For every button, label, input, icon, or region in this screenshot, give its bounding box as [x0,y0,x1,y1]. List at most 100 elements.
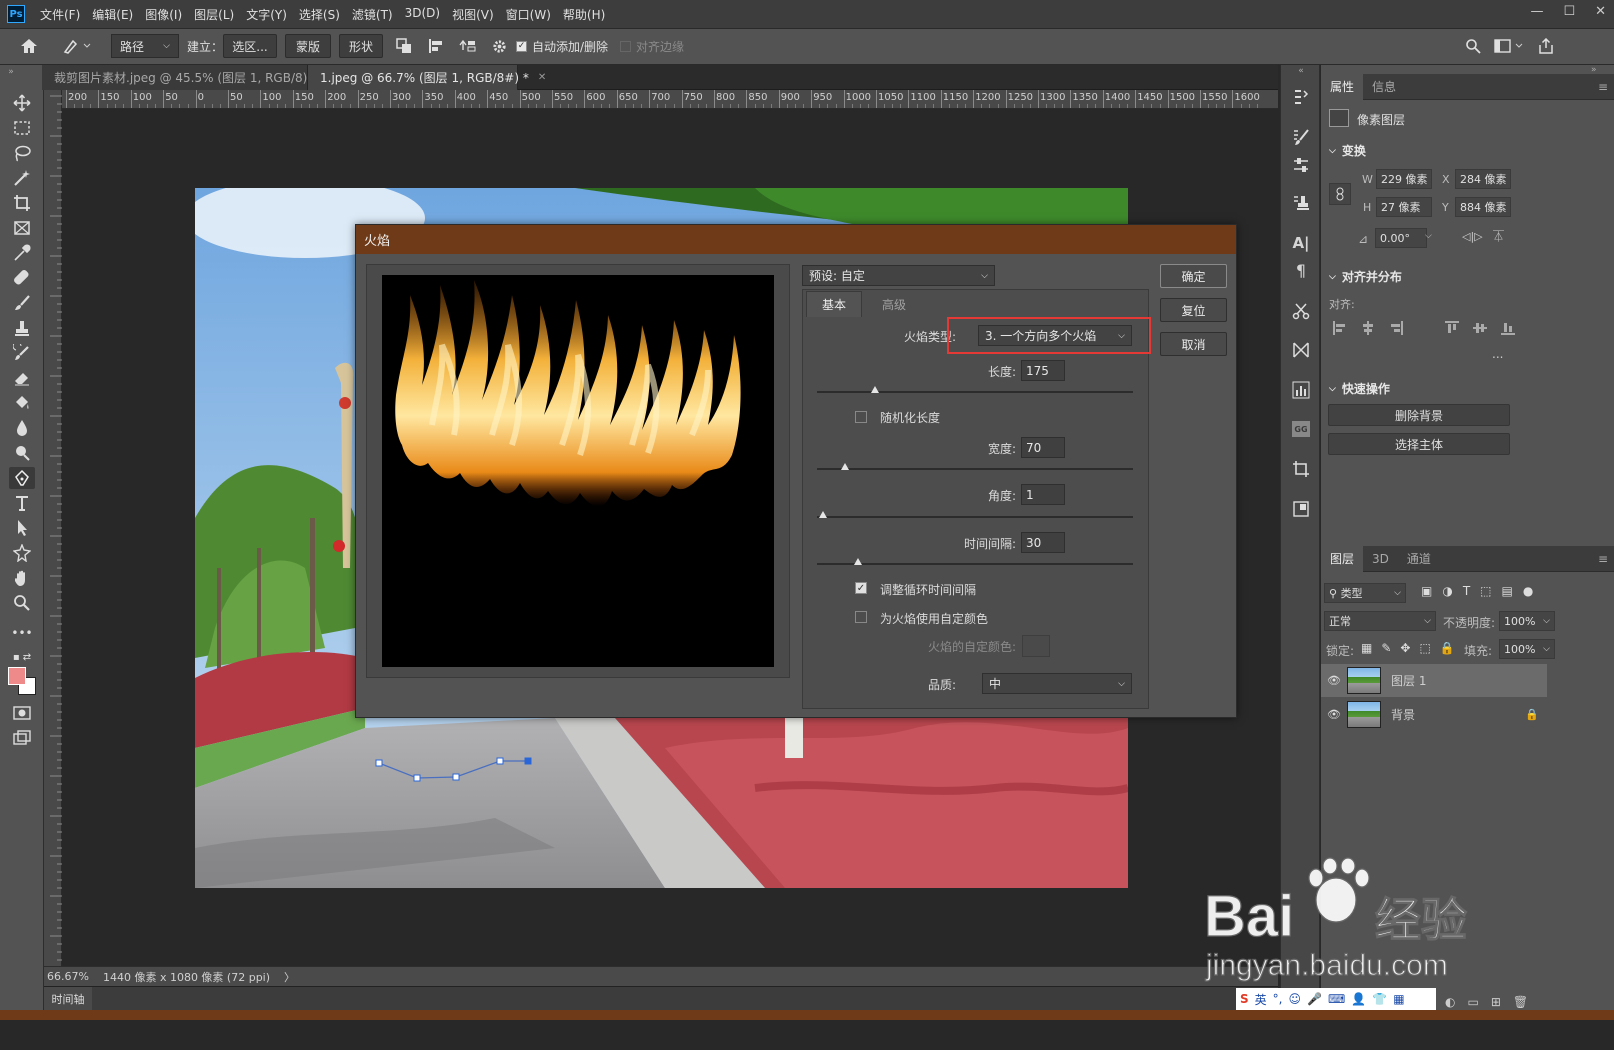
paint-bucket-icon[interactable] [9,392,35,414]
menu-item[interactable]: 视图(V) [446,6,500,23]
marquee-tool-icon[interactable] [9,117,35,139]
rotation-field[interactable]: 0.00° [1375,228,1427,248]
selection-button[interactable]: 选区... [223,34,277,58]
lock-pixels-icon[interactable]: ✎ [1381,641,1391,655]
sogou-icon[interactable]: S [1240,992,1249,1006]
image-filter-icon[interactable]: ▣ [1421,584,1432,598]
transform-section[interactable]: ⌵ 变换 [1329,142,1366,159]
menu-item[interactable]: 文字(Y) [240,6,293,23]
menu-item[interactable]: 3D(D) [399,6,446,23]
custom-shape-icon[interactable] [9,542,35,564]
interval-slider-thumb[interactable] [853,558,862,565]
filter-toggle-icon[interactable]: ● [1523,584,1533,598]
more-tools-icon[interactable]: ••• [9,622,35,644]
more-align-options[interactable]: ... [1492,347,1503,361]
screen-mode-icon[interactable] [9,727,35,749]
timeline-tab[interactable]: 时间轴 [44,987,92,1011]
lock-transparency-icon[interactable]: ▦ [1361,641,1372,655]
keyboard-icon[interactable]: ⌨ [1328,992,1345,1006]
glyphs-icon[interactable] [1288,338,1314,362]
collapse-icon[interactable]: « [1288,65,1314,77]
flip-vertical-icon[interactable]: ⏄ [1493,228,1504,244]
reset-button[interactable]: 复位 [1160,298,1227,322]
align-left-icon[interactable] [1333,321,1347,335]
type-filter-icon[interactable]: T [1463,584,1470,598]
width-slider-thumb[interactable] [841,463,850,470]
tab-info[interactable]: 信息 [1363,74,1405,100]
align-section[interactable]: ⌵ 对齐并分布 [1329,268,1402,285]
microphone-icon[interactable]: 🎤 [1307,992,1322,1006]
align-top-icon[interactable] [1445,321,1459,335]
randomize-length-checkbox[interactable] [855,411,867,423]
adjust-interval-checkbox[interactable]: ✓ [855,582,867,594]
length-slider-thumb[interactable] [871,386,880,393]
lock-all-icon[interactable]: 🔒 [1440,641,1455,655]
menu-item[interactable]: 窗口(W) [500,6,557,23]
angle-slider[interactable] [817,511,1133,518]
chevron-down-icon[interactable]: ⌵ [1425,231,1432,241]
zoom-tool-icon[interactable] [9,592,35,614]
home-icon[interactable] [20,34,38,58]
gg-plugin-icon[interactable]: GG [1288,417,1314,441]
visibility-eye-icon[interactable]: 👁 [1321,708,1347,721]
path-arrangement-icon[interactable] [459,34,477,58]
emoji-icon[interactable]: ☺ [1289,992,1302,1006]
healing-brush-icon[interactable] [9,267,35,289]
width-input[interactable]: 70 [1021,437,1065,458]
layer-row-layer1[interactable]: 👁 图层 1 [1321,664,1547,697]
menu-item[interactable]: 选择(S) [293,6,346,23]
lasso-tool-icon[interactable] [9,142,35,164]
align-edges-checkbox[interactable]: 对齐边缘 [620,34,684,58]
tab-channels[interactable]: 通道 [1398,546,1440,572]
character-panel-icon[interactable]: A| [1288,231,1314,255]
ime-language[interactable]: 英 [1255,991,1267,1008]
punctuation-icon[interactable]: °, [1273,992,1283,1006]
type-tool-icon[interactable] [9,492,35,514]
menu-item[interactable]: 文件(F) [34,6,86,23]
adjustment-filter-icon[interactable]: ◑ [1442,584,1452,598]
y-field[interactable]: 884 像素 [1455,197,1511,217]
foreground-color-swatch[interactable] [8,667,26,685]
shape-button[interactable]: 形状 [339,34,383,58]
panel-menu-icon[interactable]: ≡ [1598,552,1608,566]
adjustments-icon[interactable] [1288,153,1314,177]
close-icon[interactable]: ✕ [1595,4,1606,19]
zoom-level[interactable]: 66.67% [47,970,89,983]
gear-icon[interactable] [492,34,507,58]
hand-tool-icon[interactable] [9,567,35,589]
swap-colors-icon[interactable]: ▪ ⇄ [9,650,35,664]
histogram-icon[interactable] [1288,378,1314,402]
quality-select[interactable]: 中 ⌵ [982,673,1132,694]
brush-settings-icon[interactable] [1288,125,1314,149]
grid-icon[interactable]: ▦ [1393,992,1404,1006]
menu-item[interactable]: 编辑(E) [86,6,139,23]
layer-row-background[interactable]: 👁 背景 🔒 [1321,698,1547,731]
lock-position-icon[interactable]: ✥ [1400,641,1410,655]
eyedropper-icon[interactable] [9,242,35,264]
crop-tool-icon[interactable] [9,192,35,214]
length-input[interactable]: 175 [1021,360,1065,381]
tab-advanced[interactable]: 高级 [864,291,924,317]
frame-tool-icon[interactable] [9,217,35,239]
panel-menu-icon[interactable]: ≡ [1598,80,1608,94]
menu-item[interactable]: 帮助(H) [557,6,611,23]
opacity-field[interactable]: 100% ⌵ [1499,611,1555,631]
width-field[interactable]: 229 像素 [1376,169,1432,189]
tab-properties[interactable]: 属性 [1321,73,1364,100]
adjustment-layer-icon[interactable]: ◐ [1445,995,1455,1009]
menu-item[interactable]: 图层(L) [188,6,240,23]
magic-wand-icon[interactable] [9,167,35,189]
x-field[interactable]: 284 像素 [1455,169,1511,189]
align-center-h-icon[interactable] [1361,321,1375,335]
interval-slider[interactable] [817,558,1133,565]
new-layer-icon[interactable]: ⊞ [1491,995,1501,1009]
align-right-icon[interactable] [1389,321,1403,335]
path-operations-icon[interactable] [396,34,412,58]
link-icon[interactable] [1329,183,1351,205]
move-tool-icon[interactable] [9,92,35,114]
pen-tool-icon[interactable] [9,467,35,489]
shirt-icon[interactable]: 👕 [1372,992,1387,1006]
menu-item[interactable]: 滤镜(T) [346,6,399,23]
path-alignment-icon[interactable] [428,34,444,58]
layer-filter-select[interactable]: ⚲ 类型 ⌵ [1324,583,1406,603]
